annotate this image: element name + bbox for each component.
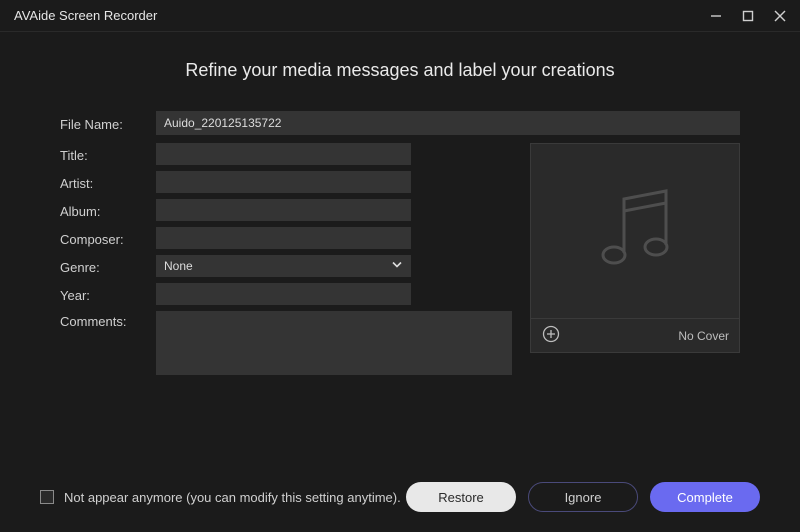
filename-label: File Name: bbox=[60, 114, 156, 132]
metadata-fields: Title: Artist: Album: Composer: Genre: bbox=[60, 143, 512, 381]
comments-row: Comments: bbox=[60, 311, 512, 375]
minimize-button[interactable] bbox=[706, 6, 726, 26]
filename-row: File Name: bbox=[60, 111, 740, 135]
maximize-button[interactable] bbox=[738, 6, 758, 26]
restore-button[interactable]: Restore bbox=[406, 482, 516, 512]
app-title: AVAide Screen Recorder bbox=[14, 8, 157, 23]
album-label: Album: bbox=[60, 201, 156, 219]
add-cover-button[interactable] bbox=[541, 326, 561, 346]
plus-circle-icon bbox=[542, 325, 560, 346]
footer-buttons: Restore Ignore Complete bbox=[406, 482, 760, 512]
footer: Not appear anymore (you can modify this … bbox=[0, 468, 800, 532]
not-appear-checkbox[interactable] bbox=[40, 490, 54, 504]
artist-input[interactable] bbox=[156, 171, 411, 193]
title-label: Title: bbox=[60, 145, 156, 163]
year-row: Year: bbox=[60, 283, 512, 305]
cover-art-placeholder bbox=[531, 144, 739, 318]
year-input[interactable] bbox=[156, 283, 411, 305]
content-area: Refine your media messages and label you… bbox=[0, 32, 800, 468]
year-label: Year: bbox=[60, 285, 156, 303]
genre-select[interactable] bbox=[156, 255, 411, 277]
artist-row: Artist: bbox=[60, 171, 512, 193]
music-note-icon bbox=[580, 175, 690, 288]
genre-label: Genre: bbox=[60, 257, 156, 275]
page-headline: Refine your media messages and label you… bbox=[60, 60, 740, 81]
title-input[interactable] bbox=[156, 143, 411, 165]
cover-footer: No Cover bbox=[531, 318, 739, 352]
cover-panel: No Cover bbox=[530, 143, 740, 353]
composer-input[interactable] bbox=[156, 227, 411, 249]
comments-label: Comments: bbox=[60, 311, 156, 329]
filename-input[interactable] bbox=[156, 111, 740, 135]
complete-button[interactable]: Complete bbox=[650, 482, 760, 512]
window-controls bbox=[706, 6, 790, 26]
genre-value[interactable] bbox=[156, 255, 411, 277]
form-area: Title: Artist: Album: Composer: Genre: bbox=[60, 143, 740, 381]
composer-label: Composer: bbox=[60, 229, 156, 247]
close-button[interactable] bbox=[770, 6, 790, 26]
album-row: Album: bbox=[60, 199, 512, 221]
artist-label: Artist: bbox=[60, 173, 156, 191]
ignore-button[interactable]: Ignore bbox=[528, 482, 638, 512]
no-cover-label: No Cover bbox=[678, 329, 729, 343]
album-input[interactable] bbox=[156, 199, 411, 221]
comments-input[interactable] bbox=[156, 311, 512, 375]
not-appear-label: Not appear anymore (you can modify this … bbox=[64, 490, 401, 505]
genre-row: Genre: bbox=[60, 255, 512, 277]
titlebar: AVAide Screen Recorder bbox=[0, 0, 800, 32]
composer-row: Composer: bbox=[60, 227, 512, 249]
title-row: Title: bbox=[60, 143, 512, 165]
